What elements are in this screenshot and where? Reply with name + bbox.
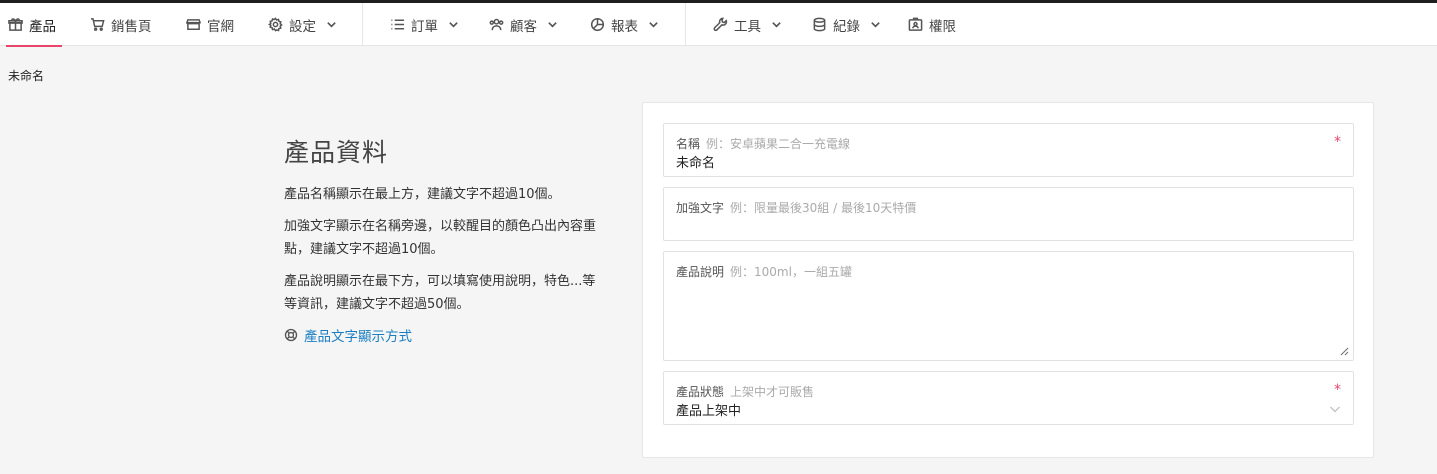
info-paragraph-highlight: 加強文字顯示在名稱旁邊，以較醒目的顏色凸出內容重點，建議文字不超過10個。 (284, 219, 597, 257)
gift-icon (8, 18, 23, 31)
nav-divider (362, 3, 363, 46)
nav-item-label: 紀錄 (833, 18, 860, 35)
main-navbar: 產品 銷售頁 官網 設定 訂單 顧客 報表 工具 紀錄 權限 (0, 3, 1437, 47)
nav-item-label: 報表 (611, 18, 638, 35)
name-label-text: 名稱 (676, 137, 701, 151)
nav-item-permissions[interactable]: 權限 (908, 3, 956, 46)
product-form-card: 名稱 例：安卓蘋果二合一充電線 未命名 * 加強文字 例：限量最後30組 / 最後1… (642, 102, 1374, 458)
status-label-text: 產品狀態 (676, 385, 725, 399)
product-info-panel: 產品資料 產品名稱顯示在最上方，建議文字不超過10個。 加強文字顯示在名稱旁邊，… (284, 133, 614, 345)
nav-item-label: 訂單 (411, 18, 438, 35)
info-paragraph-description: 產品說明顯示在最下方，可以填寫使用說明，特色...等等資訊，建議文字不超過50個… (284, 274, 596, 312)
nav-item-label: 顧客 (510, 18, 537, 35)
status-label: 產品狀態 上架中才可販售 (676, 383, 814, 400)
database-icon (813, 17, 826, 32)
help-link-label: 產品文字顯示方式 (304, 329, 412, 345)
description-field[interactable]: 產品說明 例：100ml，一組五罐 (663, 251, 1354, 361)
chevron-down-icon (327, 22, 336, 28)
nav-item-customers[interactable]: 顧客 (489, 3, 558, 46)
gear-icon (268, 17, 283, 32)
nav-item-label: 設定 (289, 18, 316, 35)
nav-item-label: 工具 (734, 18, 761, 35)
nav-item-products[interactable]: 產品 (6, 3, 62, 47)
lifebuoy-icon (284, 328, 298, 342)
highlight-label-text: 加強文字 (676, 201, 725, 215)
store-icon (186, 19, 201, 30)
name-label: 名稱 例：安卓蘋果二合一充電線 (676, 135, 850, 152)
status-hint: 上架中才可販售 (730, 385, 815, 399)
info-paragraph-name: 產品名稱顯示在最上方，建議文字不超過10個。 (284, 187, 561, 202)
nav-item-label: 權限 (929, 18, 956, 35)
pie-chart-icon (590, 17, 605, 32)
name-field[interactable]: 名稱 例：安卓蘋果二合一充電線 未命名 * (663, 123, 1354, 177)
name-input[interactable]: 未命名 (676, 152, 715, 171)
chevron-down-icon (649, 22, 658, 28)
chevron-down-icon (1330, 406, 1340, 413)
cart-icon (90, 18, 105, 31)
nav-divider (685, 3, 686, 46)
chevron-down-icon (772, 22, 781, 28)
nav-item-label: 銷售頁 (111, 18, 152, 35)
required-marker: * (1334, 134, 1341, 150)
chevron-down-icon (548, 22, 557, 28)
breadcrumb: 未命名 (8, 69, 45, 83)
help-link[interactable]: 產品文字顯示方式 (284, 325, 614, 345)
nav-item-tools[interactable]: 工具 (713, 3, 782, 46)
nav-item-sales-page[interactable]: 銷售頁 (90, 3, 152, 46)
description-placeholder: 例：100ml，一組五罐 (730, 265, 852, 279)
nav-item-website[interactable]: 官網 (186, 3, 234, 46)
users-icon (489, 18, 504, 31)
highlight-label: 加強文字 例：限量最後30組 / 最後10天特價 (676, 199, 916, 216)
required-marker: * (1334, 382, 1341, 398)
status-select[interactable]: 產品狀態 上架中才可販售 產品上架中 * (663, 371, 1354, 425)
description-label-text: 產品說明 (676, 265, 725, 279)
nav-item-orders[interactable]: 訂單 (390, 3, 459, 46)
nav-item-logs[interactable]: 紀錄 (812, 3, 881, 46)
chevron-down-icon (871, 22, 880, 28)
highlight-text-field[interactable]: 加強文字 例：限量最後30組 / 最後10天特價 (663, 187, 1354, 241)
highlight-placeholder: 例：限量最後30組 / 最後10天特價 (730, 201, 917, 215)
page-title: 產品資料 (284, 138, 389, 167)
resize-handle-icon[interactable] (1339, 346, 1349, 356)
list-icon (391, 19, 405, 30)
description-label: 產品說明 例：100ml，一組五罐 (676, 263, 852, 280)
nav-item-settings[interactable]: 設定 (268, 3, 337, 46)
wrench-icon (713, 17, 728, 32)
nav-item-reports[interactable]: 報表 (590, 3, 659, 46)
chevron-down-icon (449, 22, 458, 28)
id-badge-icon (908, 17, 923, 31)
name-placeholder: 例：安卓蘋果二合一充電線 (706, 137, 851, 151)
nav-item-label: 產品 (29, 18, 56, 35)
nav-item-label: 官網 (207, 18, 234, 35)
status-value[interactable]: 產品上架中 (676, 400, 741, 419)
